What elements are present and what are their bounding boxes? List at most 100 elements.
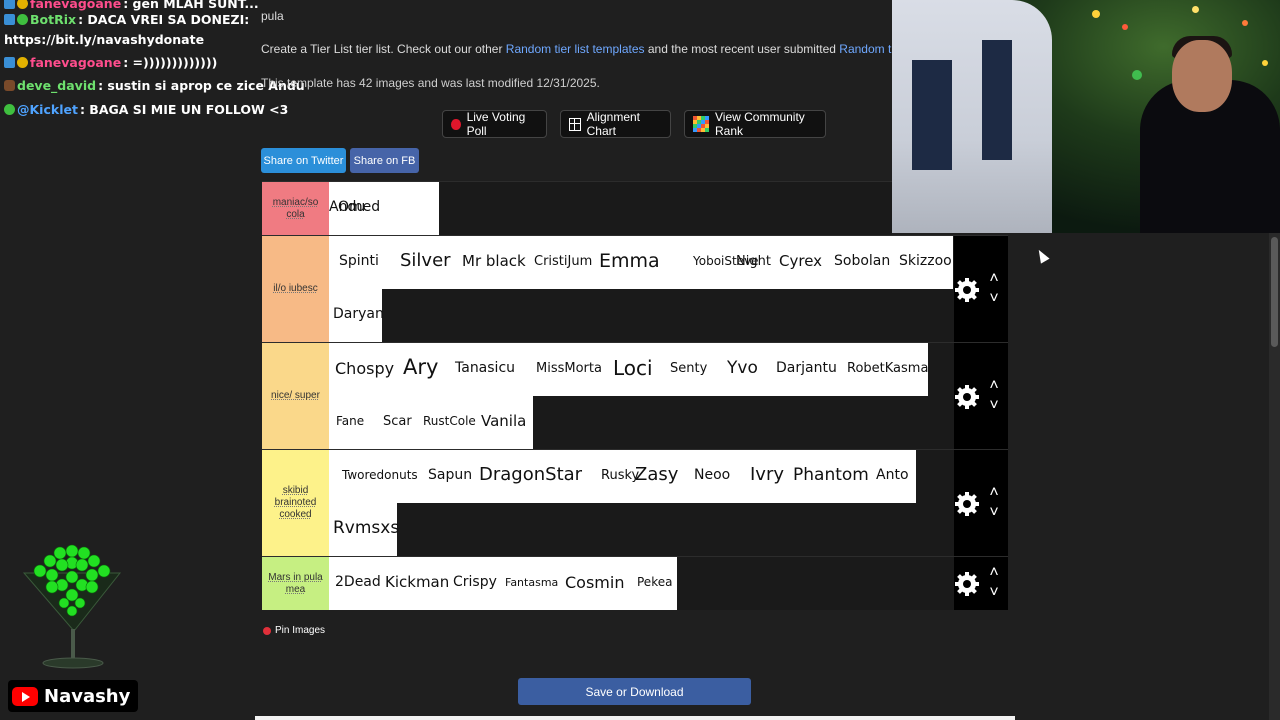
tier-item[interactable]: Vanila <box>481 412 526 430</box>
cocktail-glass-decoration <box>22 544 122 669</box>
alignment-chart-button[interactable]: Alignment Chart <box>560 110 671 138</box>
record-dot-icon <box>451 118 461 130</box>
tier-item[interactable]: Silver <box>400 250 451 271</box>
tier-item-strip: Spinti Silver Mr black CristiJum Emma YoboiSt… <box>329 236 953 289</box>
tier-label[interactable]: skibid brainoted cooked <box>262 450 329 556</box>
tier-item[interactable]: Crispy <box>453 574 497 590</box>
tier-label-text: il/o iubesc <box>273 283 318 294</box>
tier-item[interactable]: Fane <box>336 414 364 428</box>
chat-username[interactable]: BotRix <box>30 12 76 27</box>
gear-icon[interactable] <box>955 491 979 516</box>
tier-controls: ˄ ˅ <box>954 557 1008 610</box>
tier-item[interactable]: DragonStar <box>479 464 582 485</box>
chevron-up-icon[interactable]: ˄ <box>987 484 1001 500</box>
chat-link-text[interactable]: https://bit.ly/navashydonate <box>4 30 249 50</box>
chevron-up-icon[interactable]: ˄ <box>987 270 1001 286</box>
tier-item[interactable]: 2Dead <box>335 574 381 590</box>
tier-item[interactable]: Cosmin <box>565 573 624 592</box>
gear-icon[interactable] <box>955 384 979 409</box>
tier-controls: ˄ ˅ <box>954 450 1008 556</box>
save-download-button[interactable]: Save or Download <box>518 678 751 705</box>
page-description: Create a Tier List tier list. Check out … <box>261 42 929 56</box>
gear-icon[interactable] <box>955 572 979 596</box>
tier-item[interactable]: Mr black <box>462 252 526 270</box>
webcam-overlay <box>892 0 1280 233</box>
tier-item[interactable]: Kickman <box>385 573 449 591</box>
tier-items: Tworedonuts Sapun DragonStar Rusky Zasy Neoo I… <box>329 450 954 556</box>
tier-row: Mars in pula mea 2Dead Kickman Crispy Fantas… <box>262 556 1008 610</box>
tier-item[interactable]: Andu <box>329 199 365 215</box>
tier-item[interactable]: Zasy <box>635 464 678 485</box>
chevron-up-icon[interactable]: ˄ <box>987 377 1001 393</box>
tier-item[interactable]: Tworedonuts <box>342 468 418 482</box>
tier-item[interactable]: Chospy <box>335 359 394 378</box>
tier-item[interactable]: Cyrex <box>779 252 822 270</box>
tier-label-text: Mars in pula mea <box>268 571 323 595</box>
tier-item[interactable]: CristiJum <box>534 254 592 269</box>
pin-images-toggle[interactable]: Pin Images <box>263 625 325 636</box>
tier-item[interactable]: Daryan <box>333 306 384 322</box>
tier-item[interactable]: Skizzoo <box>899 253 952 269</box>
tier-item[interactable]: Ivry <box>750 464 784 485</box>
chat-message-text: : BAGA SI MIE UN FOLLOW <3 <box>79 102 289 117</box>
tier-controls: ˄ ˅ <box>954 236 1008 342</box>
tier-label-text: maniac/so cola <box>272 196 319 220</box>
chevron-down-icon[interactable]: ˅ <box>987 504 1001 520</box>
tier-item[interactable]: Night <box>736 254 771 269</box>
tier-item[interactable]: Scar <box>383 414 412 429</box>
share-fb-button[interactable]: Share on FB <box>350 148 419 173</box>
tier-label[interactable]: maniac/so cola <box>262 182 329 235</box>
chat-username[interactable]: deve_david <box>17 78 96 93</box>
tier-item-strip: Daryan <box>329 289 384 342</box>
tier-label[interactable]: Mars in pula mea <box>262 557 329 610</box>
tier-item[interactable]: Spinti <box>339 253 379 269</box>
tier-item[interactable]: Rusky <box>601 468 639 483</box>
chat-message-text: : =))))))))))))) <box>123 55 218 70</box>
youtube-channel-badge: Navashy <box>8 680 139 712</box>
chat-username[interactable]: @Kicklet <box>17 102 78 117</box>
tier-item[interactable]: Tanasicu <box>455 360 515 376</box>
tier-item[interactable]: Loci <box>613 356 653 380</box>
live-voting-poll-button[interactable]: Live Voting Poll <box>442 110 547 138</box>
tier-item[interactable]: RustCole <box>423 414 476 428</box>
chevron-down-icon[interactable]: ˅ <box>987 290 1001 306</box>
tier-item[interactable]: Phantom <box>793 465 869 485</box>
tier-item[interactable]: Rvmsxs <box>333 518 399 538</box>
pin-icon <box>263 626 271 635</box>
tier-item[interactable]: Yvo <box>727 358 758 378</box>
page-scrollbar[interactable] <box>1269 233 1280 720</box>
tier-label[interactable]: nice/ super <box>262 343 329 449</box>
tier-item[interactable]: Neoo <box>694 467 730 483</box>
chat-username[interactable]: fanevagoane <box>30 55 121 70</box>
tier-item[interactable]: Sapun <box>428 467 472 483</box>
tier-item[interactable]: Pekea <box>637 575 672 589</box>
chevron-down-icon[interactable]: ˅ <box>987 585 1001 601</box>
scrollbar-thumb[interactable] <box>1271 237 1278 347</box>
gear-icon[interactable] <box>955 277 979 302</box>
tier-item[interactable]: Ary <box>403 355 438 379</box>
tier-item[interactable]: Fantasma <box>505 576 558 589</box>
tier-items: Chospy Ary Tanasicu MissMorta Loci Senty Yvo Da… <box>329 343 954 449</box>
chat-badge-icon <box>4 0 15 9</box>
streamer-left <box>892 0 1052 233</box>
tier-item-strip: Fane Scar RustCole Vanila <box>329 396 533 449</box>
tier-label[interactable]: il/o iubesc <box>262 236 329 342</box>
tier-item[interactable]: Darjantu <box>776 360 837 376</box>
tier-item[interactable]: Emma <box>599 250 660 272</box>
tier-item[interactable]: RobetKasma <box>847 361 928 376</box>
tier-item[interactable]: Sobolan <box>834 253 890 269</box>
share-twitter-button[interactable]: Share on Twitter <box>261 148 346 173</box>
description-text-middle: and the most recent user submitted <box>644 42 840 56</box>
chevron-down-icon[interactable]: ˅ <box>987 397 1001 413</box>
random-templates-link[interactable]: Random tier list templates <box>506 42 645 56</box>
chat-badge-icon <box>17 0 28 9</box>
chat-badge-icon <box>4 80 15 91</box>
tier-item[interactable]: MissMorta <box>536 361 602 376</box>
chat-badge-icon <box>4 14 15 25</box>
tier-item[interactable]: Anto <box>876 467 909 483</box>
tier-item[interactable]: Senty <box>670 361 707 376</box>
chat-message: BotRix: DACA VREI SA DONEZI: https://bit.… <box>0 10 253 50</box>
chevron-up-icon[interactable]: ˄ <box>987 565 1001 581</box>
community-rank-button[interactable]: View Community Rank <box>684 110 826 138</box>
chat-message-text: : DACA VREI SA DONEZI: <box>78 12 250 27</box>
